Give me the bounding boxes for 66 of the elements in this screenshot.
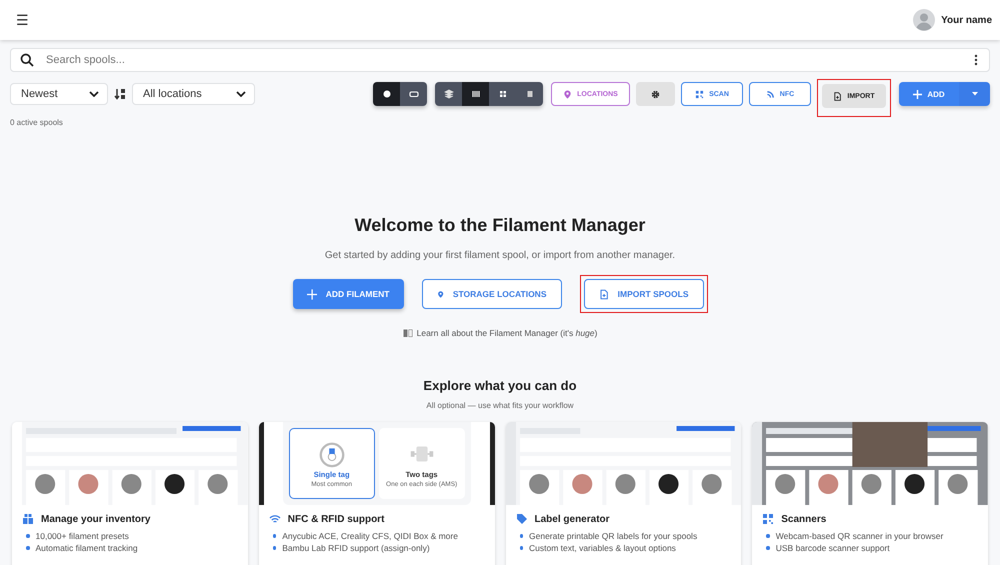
- card-title: Label generator: [534, 514, 610, 524]
- feature-text: 10,000+ filament presets: [36, 531, 129, 541]
- chevron-down-icon: [236, 91, 246, 97]
- learn-link[interactable]: Learn all about the Filament Manager (it's huge): [416, 328, 598, 338]
- grid-icon: [498, 89, 508, 99]
- feature-text: Anycubic ACE, Creality CFS, QIDI Box & more: [282, 531, 458, 541]
- location-select[interactable]: All locations: [132, 83, 255, 105]
- layers-icon: [444, 89, 454, 99]
- feature-text: USB barcode scanner support: [776, 543, 890, 553]
- add-button[interactable]: ADD: [899, 82, 959, 106]
- spool-count: 0 active spools: [10, 118, 64, 127]
- qr-code-icon: [695, 90, 704, 98]
- pin-icon: [563, 90, 572, 98]
- search-icon: [20, 53, 34, 67]
- sort-select[interactable]: Newest: [10, 83, 108, 105]
- feature-card[interactable]: Manage your inventory 10,000+ filament presets Automatic filament tracking: [12, 422, 248, 565]
- card-title: Manage your inventory: [41, 514, 150, 524]
- document-icon: [598, 288, 609, 300]
- document-icon: [833, 92, 842, 100]
- qr-code-icon: [762, 513, 774, 525]
- feature-text: Automatic filament tracking: [36, 543, 138, 553]
- pin-icon: [436, 288, 444, 300]
- action-button[interactable]: IMPORT SPOOLS: [584, 279, 704, 309]
- view-toggle[interactable]: [462, 82, 489, 106]
- chevron-down-icon: [89, 91, 99, 97]
- feature-card[interactable]: Label generator Generate printable QR labels for your spools Custom text, variables & layout options: [506, 422, 742, 565]
- view-toggle[interactable]: [516, 82, 543, 106]
- pill-icon: [408, 89, 418, 99]
- feature-text: Custom text, variables & layout options: [529, 543, 676, 553]
- explore-title: Explore what you can do: [423, 378, 577, 393]
- dropdown-button[interactable]: [959, 82, 990, 106]
- plus-icon: [306, 288, 317, 300]
- settings-icon: [651, 90, 660, 98]
- columns-icon: [470, 89, 480, 99]
- menu-button[interactable]: ☰: [12, 10, 33, 30]
- explore-subtitle: All optional — use what fits your workflow: [426, 401, 574, 410]
- card-title: Scanners: [781, 514, 826, 524]
- more-icon[interactable]: [974, 54, 978, 66]
- wifi-icon: [268, 513, 281, 525]
- action-button[interactable]: STORAGE LOCATIONS: [422, 279, 562, 309]
- toolbar-button[interactable]: [636, 82, 675, 106]
- tag-icon: [516, 513, 528, 525]
- welcome-title: Welcome to the Filament Manager: [354, 215, 646, 236]
- card-title: NFC & RFID support: [288, 514, 384, 524]
- welcome-subtitle: Get started by adding your first filament spool, or import from another manager.: [324, 250, 676, 261]
- book-icon: [402, 328, 413, 338]
- boxes-icon: [22, 513, 34, 525]
- search-field[interactable]: Search spools...: [10, 48, 990, 72]
- view-toggle[interactable]: [373, 82, 400, 106]
- view-toggle[interactable]: [400, 82, 427, 106]
- list-icon: [524, 89, 534, 99]
- plus-icon: [913, 90, 922, 98]
- sort-order-icon[interactable]: [114, 88, 126, 100]
- avatar-icon: [913, 9, 936, 31]
- view-toggle[interactable]: [489, 82, 516, 106]
- feature-text: Generate printable QR labels for your spools: [529, 531, 698, 541]
- ring-tag-icon: [318, 440, 346, 468]
- dot-icon: [382, 89, 392, 99]
- user-name[interactable]: Your name: [941, 14, 992, 26]
- feature-text: Webcam-based QR scanner in your browser: [776, 531, 944, 541]
- feature-card[interactable]: Scanners Webcam-based QR scanner in your browser USB barcode scanner support: [752, 422, 988, 565]
- caret-icon: [972, 92, 978, 96]
- view-toggle[interactable]: [435, 82, 462, 106]
- feature-text: Bambu Lab RFID support (assign-only): [282, 543, 430, 553]
- action-button[interactable]: ADD FILAMENT: [292, 279, 404, 309]
- rss-icon: [766, 90, 775, 98]
